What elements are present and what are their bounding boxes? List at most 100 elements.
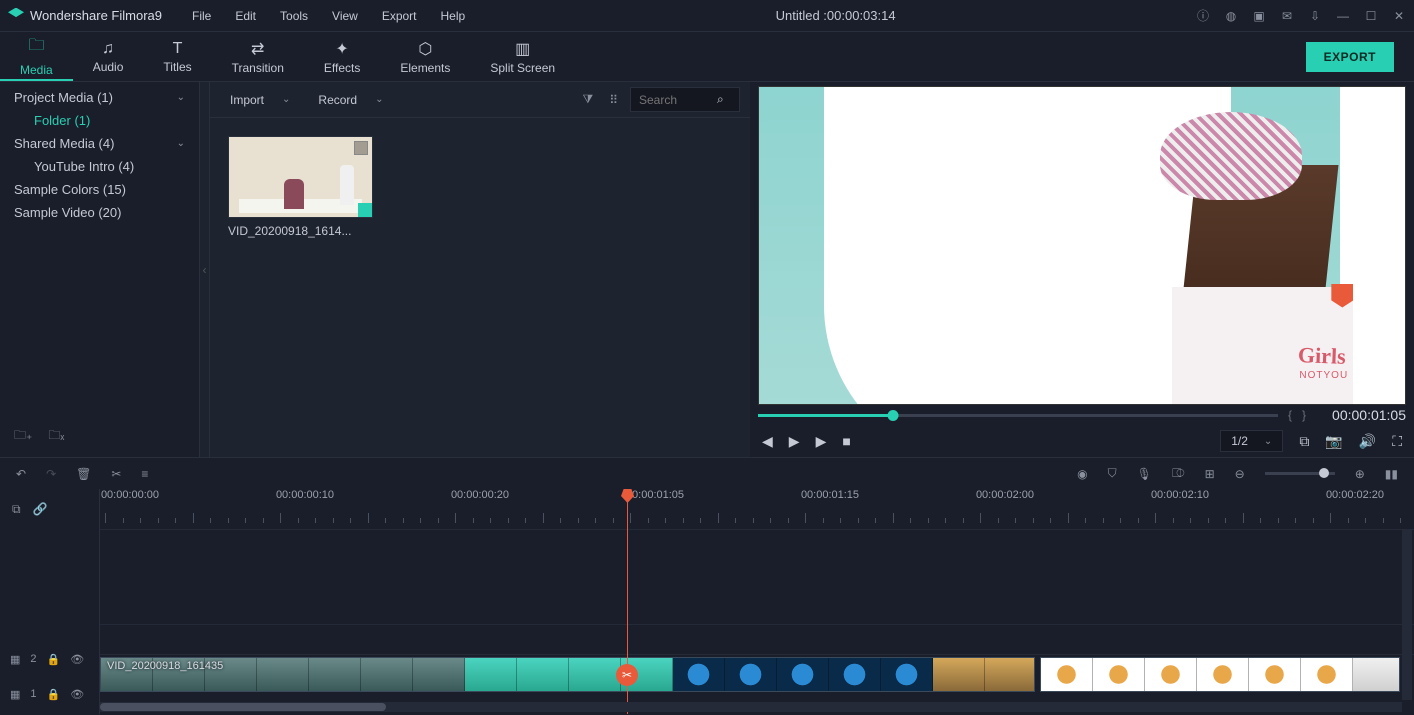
tab-audio-label: Audio bbox=[93, 60, 124, 74]
mark-out-icon[interactable]: } bbox=[1302, 408, 1306, 422]
sidebar-item-folder[interactable]: Folder (1) bbox=[0, 109, 199, 132]
close-icon[interactable]: ✕ bbox=[1392, 9, 1406, 23]
add-marker-icon[interactable]: ⊞ bbox=[1205, 467, 1215, 481]
media-item[interactable]: VID_20200918_1614... bbox=[228, 136, 373, 238]
delete-icon[interactable]: 🗑 bbox=[76, 467, 91, 481]
new-folder-icon[interactable]: 🗀₊ bbox=[14, 426, 32, 447]
fullscreen-icon[interactable]: ⛶ bbox=[1392, 433, 1402, 450]
sidebar-collapse[interactable]: ‹ bbox=[200, 82, 210, 457]
split-at-playhead-icon[interactable]: ✂ bbox=[616, 664, 638, 686]
logo-icon bbox=[8, 8, 24, 24]
tab-elements[interactable]: ⬡Elements bbox=[380, 32, 470, 81]
menu-view[interactable]: View bbox=[322, 5, 368, 27]
timeline-track-empty[interactable] bbox=[100, 529, 1414, 624]
title-icons: ⓘ ◍ ▣ ✉ ⇩ — ☐ ✕ bbox=[1196, 7, 1406, 24]
lock-icon[interactable]: 🔒 bbox=[47, 653, 61, 666]
visibility-icon[interactable]: 👁 bbox=[70, 653, 84, 666]
tab-effects[interactable]: ✦Effects bbox=[304, 32, 380, 81]
preview-zoom-select[interactable]: 1/2⌄ bbox=[1220, 430, 1283, 452]
sidebar-label: Sample Colors (15) bbox=[14, 182, 126, 197]
menu-export[interactable]: Export bbox=[372, 5, 427, 27]
marker-shield-icon[interactable]: ⛉ bbox=[1108, 466, 1117, 481]
media-toolbar: Import⌄ Record⌄ ⧩ ⠿ ⌕ bbox=[210, 82, 750, 118]
account-icon[interactable]: ◍ bbox=[1224, 9, 1238, 23]
visibility-icon[interactable]: 👁 bbox=[70, 688, 84, 701]
next-frame-icon[interactable]: ▶ bbox=[816, 433, 827, 450]
zoom-label: 1/2 bbox=[1231, 434, 1248, 448]
track-manager-icon[interactable]: ⧉ bbox=[12, 502, 21, 517]
ruler-label: 00:00:02:20 bbox=[1326, 489, 1384, 501]
record-dropdown[interactable]: Record⌄ bbox=[308, 89, 393, 111]
delete-folder-icon[interactable]: 🗀ₓ bbox=[48, 426, 64, 447]
render-icon[interactable]: ◉ bbox=[1077, 467, 1087, 481]
preview-quality-icon[interactable]: ⧉ bbox=[1299, 433, 1309, 450]
sidebar-item-sample-video[interactable]: Sample Video (20) bbox=[0, 201, 199, 224]
menu-file[interactable]: File bbox=[182, 5, 221, 27]
media-item-label: VID_20200918_1614... bbox=[228, 224, 373, 238]
timeline-tracks[interactable]: 00:00:00:0000:00:00:1000:00:00:2000:00:0… bbox=[100, 489, 1414, 714]
mail-icon[interactable]: ✉ bbox=[1280, 9, 1294, 23]
minimize-icon[interactable]: — bbox=[1336, 9, 1350, 23]
filter-icon[interactable]: ⧩ bbox=[578, 92, 597, 107]
split-icon[interactable]: ✂ bbox=[111, 467, 121, 481]
menu-tools[interactable]: Tools bbox=[270, 5, 318, 27]
zoom-out-icon[interactable]: ⊖ bbox=[1235, 467, 1245, 481]
stop-icon[interactable]: ■ bbox=[842, 433, 850, 449]
sidebar-item-sample-colors[interactable]: Sample Colors (15) bbox=[0, 178, 199, 201]
voiceover-icon[interactable]: 🎙 bbox=[1137, 467, 1152, 481]
tab-media[interactable]: 🗀Media bbox=[0, 32, 73, 81]
timeline-track-2[interactable] bbox=[100, 624, 1414, 654]
menu-edit[interactable]: Edit bbox=[225, 5, 266, 27]
app-name: Wondershare Filmora9 bbox=[30, 8, 162, 23]
search-input[interactable] bbox=[639, 93, 709, 107]
zoom-slider[interactable] bbox=[1265, 472, 1335, 475]
preview-video[interactable]: Girls NOTYOU bbox=[758, 86, 1406, 405]
audio-mixer-icon[interactable]: ⎄ bbox=[1172, 466, 1185, 481]
scrub-track[interactable] bbox=[758, 414, 1278, 417]
settings-icon[interactable]: ≡ bbox=[141, 467, 148, 481]
volume-icon[interactable]: 🔊 bbox=[1359, 433, 1376, 450]
lock-icon[interactable]: 🔒 bbox=[47, 688, 61, 701]
zoom-in-icon[interactable]: ⊕ bbox=[1355, 467, 1365, 481]
timeline-ruler[interactable]: 00:00:00:0000:00:00:1000:00:00:2000:00:0… bbox=[100, 489, 1414, 523]
media-panel: Import⌄ Record⌄ ⧩ ⠿ ⌕ VID_20200918_1614.… bbox=[210, 82, 750, 457]
timeline-clip-secondary[interactable] bbox=[1040, 657, 1400, 692]
snapshot-icon[interactable]: 📷 bbox=[1325, 433, 1342, 450]
timeline-clip-main[interactable]: VID_20200918_161435 bbox=[100, 657, 1035, 692]
grid-view-icon[interactable]: ⠿ bbox=[605, 93, 622, 107]
preview-panel: Girls NOTYOU { } 00:00:01:05 ◀ ▶ ▶ ■ 1/2… bbox=[750, 82, 1414, 457]
download-icon[interactable]: ⇩ bbox=[1308, 9, 1322, 23]
export-button[interactable]: EXPORT bbox=[1306, 42, 1394, 72]
undo-icon[interactable]: ↶ bbox=[16, 467, 26, 481]
prev-frame-icon[interactable]: ◀ bbox=[762, 433, 773, 450]
sidebar-item-shared-media[interactable]: Shared Media (4)⌄ bbox=[0, 132, 199, 155]
tab-split-screen[interactable]: ▥Split Screen bbox=[470, 32, 575, 81]
timeline-v-scrollbar[interactable] bbox=[1402, 529, 1412, 700]
search-icon[interactable]: ⌕ bbox=[717, 92, 724, 107]
scrub-handle[interactable] bbox=[888, 410, 899, 421]
zoom-fit-icon[interactable]: ▮▮ bbox=[1385, 467, 1398, 481]
timeline-track-1[interactable]: VID_20200918_161435 bbox=[100, 654, 1414, 694]
preview-controls: ◀ ▶ ▶ ■ 1/2⌄ ⧉ 📷 🔊 ⛶ bbox=[758, 425, 1406, 457]
save-icon[interactable]: ▣ bbox=[1252, 9, 1266, 23]
preview-scrubber: { } 00:00:01:05 bbox=[758, 405, 1406, 425]
tab-titles[interactable]: TTitles bbox=[143, 32, 211, 81]
scrollbar-thumb[interactable] bbox=[100, 703, 386, 711]
sidebar-item-youtube-intro[interactable]: YouTube Intro (4) bbox=[0, 155, 199, 178]
tab-audio[interactable]: ♫Audio bbox=[73, 32, 144, 81]
mark-in-icon[interactable]: { bbox=[1288, 408, 1292, 422]
track-number: 1 bbox=[30, 688, 36, 700]
elements-icon: ⬡ bbox=[418, 39, 432, 59]
tab-transition[interactable]: ⇄Transition bbox=[212, 32, 304, 81]
redo-icon[interactable]: ↷ bbox=[46, 467, 56, 481]
sidebar-label: Sample Video (20) bbox=[14, 205, 121, 220]
info-icon[interactable]: ⓘ bbox=[1196, 7, 1210, 24]
link-icon[interactable]: 🔗 bbox=[33, 502, 48, 516]
timeline-h-scrollbar[interactable] bbox=[100, 702, 1402, 712]
sidebar-item-project-media[interactable]: Project Media (1)⌄ bbox=[0, 86, 199, 109]
zoom-slider-handle[interactable] bbox=[1319, 468, 1329, 478]
menu-help[interactable]: Help bbox=[431, 5, 476, 27]
maximize-icon[interactable]: ☐ bbox=[1364, 9, 1378, 23]
import-dropdown[interactable]: Import⌄ bbox=[220, 89, 300, 111]
play-icon[interactable]: ▶ bbox=[789, 433, 800, 450]
